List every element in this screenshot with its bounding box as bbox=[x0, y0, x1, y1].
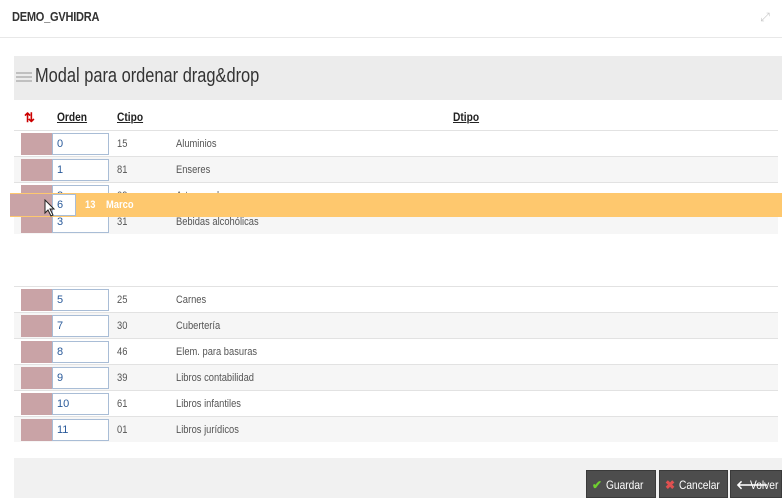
ctipo-cell: 15 bbox=[117, 138, 128, 150]
guardar-button[interactable]: ✔ Guardar bbox=[586, 470, 656, 498]
modal-header: Modal para ordenar drag&drop bbox=[14, 56, 782, 100]
drag-handle[interactable] bbox=[21, 419, 52, 441]
volver-button[interactable]: 🡐Volver bbox=[730, 470, 782, 498]
orden-input[interactable] bbox=[52, 367, 109, 389]
table-row: 46 Elem. para basuras bbox=[14, 338, 778, 364]
modal-title: Modal para ordenar drag&drop bbox=[35, 65, 260, 87]
dtipo-cell: Libros contabilidad bbox=[176, 372, 254, 384]
ctipo-cell: 30 bbox=[117, 320, 128, 332]
orden-input[interactable] bbox=[52, 133, 109, 155]
drag-handle[interactable] bbox=[21, 367, 52, 389]
drag-handle[interactable] bbox=[21, 315, 52, 337]
list-icon bbox=[16, 72, 32, 85]
drag-handle[interactable] bbox=[21, 159, 52, 181]
sort-arrows-icon[interactable]: ⇅ bbox=[24, 110, 35, 126]
sortable-grid: ⇅ Orden Ctipo Dtipo 15 Aluminios 81 Ense… bbox=[14, 100, 782, 458]
column-header-dtipo[interactable]: Dtipo bbox=[453, 110, 479, 124]
table-row: 81 Enseres bbox=[14, 156, 778, 182]
cancelar-button[interactable]: ✖ Cancelar bbox=[659, 470, 728, 498]
modal-dialog: Modal para ordenar drag&drop ⇅ Orden Cti… bbox=[14, 56, 782, 498]
table-row: 61 Libros infantiles bbox=[14, 390, 778, 416]
ctipo-cell: 39 bbox=[117, 372, 128, 384]
orden-input[interactable] bbox=[52, 393, 109, 415]
dtipo-cell: Carnes bbox=[176, 294, 207, 306]
dtipo-cell: Enseres bbox=[176, 164, 211, 176]
orden-input[interactable] bbox=[52, 289, 109, 311]
ctipo-cell: 46 bbox=[117, 346, 128, 358]
table-row: 30 Cubertería bbox=[14, 312, 778, 338]
dtipo-cell: Bebidas alcohólicas bbox=[176, 216, 259, 228]
table-row: 01 Libros jurídicos bbox=[14, 416, 778, 442]
orden-input[interactable] bbox=[52, 419, 109, 441]
arrow-left-icon: 🡐 bbox=[736, 478, 769, 492]
dtipo-cell: Libros jurídicos bbox=[176, 424, 239, 436]
ctipo-cell: 31 bbox=[117, 216, 128, 228]
dtipo-cell: Elem. para basuras bbox=[176, 346, 258, 358]
grid-header: ⇅ Orden Ctipo Dtipo bbox=[14, 100, 782, 130]
column-header-ctipo[interactable]: Ctipo bbox=[117, 110, 143, 124]
ctipo-cell: 25 bbox=[117, 294, 128, 306]
drag-handle[interactable] bbox=[21, 341, 52, 363]
drag-handle[interactable] bbox=[21, 393, 52, 415]
mouse-cursor-icon bbox=[44, 199, 56, 217]
dtipo-cell: Marco bbox=[106, 199, 134, 211]
x-icon: ✖ bbox=[665, 478, 676, 492]
orden-input[interactable] bbox=[52, 159, 109, 181]
table-row: 15 Aluminios bbox=[14, 130, 778, 156]
app-title: DEMO_GVHIDRA bbox=[12, 9, 100, 24]
ctipo-cell: 01 bbox=[117, 424, 128, 436]
drag-handle[interactable] bbox=[21, 289, 52, 311]
table-row: 39 Libros contabilidad bbox=[14, 364, 778, 390]
top-bar: DEMO_GVHIDRA ⤢ bbox=[0, 0, 782, 38]
ctipo-cell: 13 bbox=[85, 199, 96, 211]
dtipo-cell: Libros infantiles bbox=[176, 398, 241, 410]
ctipo-cell: 81 bbox=[117, 164, 128, 176]
orden-input[interactable] bbox=[52, 341, 109, 363]
dragging-row[interactable]: 13 Marco bbox=[10, 193, 782, 217]
table-row: 25 Carnes bbox=[14, 286, 778, 312]
dtipo-cell: Cubertería bbox=[176, 320, 221, 332]
dtipo-cell: Aluminios bbox=[176, 138, 217, 150]
drag-handle[interactable] bbox=[21, 133, 52, 155]
column-header-orden[interactable]: Orden bbox=[57, 110, 87, 124]
drop-placeholder bbox=[14, 260, 778, 286]
ctipo-cell: 61 bbox=[117, 398, 128, 410]
expand-icon[interactable]: ⤢ bbox=[754, 8, 776, 26]
orden-input[interactable] bbox=[52, 315, 109, 337]
check-icon: ✔ bbox=[592, 478, 603, 492]
